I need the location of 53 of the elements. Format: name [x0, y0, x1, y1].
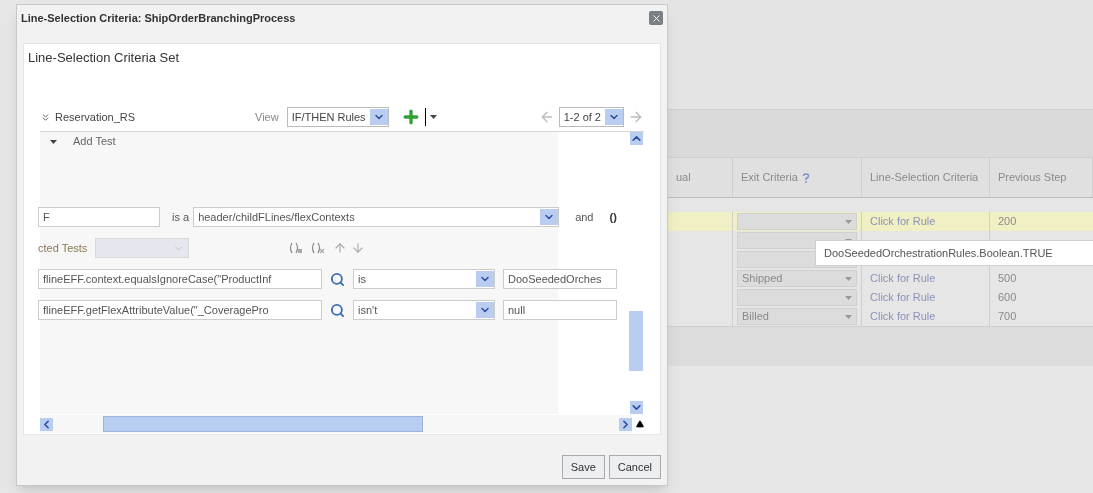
column-header: Previous Step — [990, 158, 1093, 197]
resize-icon[interactable] — [636, 420, 644, 429]
selected-tests-label: cted Tests — [38, 240, 88, 256]
scrollbar-thumb[interactable] — [103, 416, 423, 433]
menu-caret-icon[interactable] — [429, 115, 437, 119]
scroll-right-icon[interactable] — [619, 417, 632, 431]
table-cell-text: 500 — [998, 271, 1017, 287]
vertical-scrollbar[interactable] — [628, 131, 644, 415]
dialog-button[interactable]: Cancel — [608, 455, 661, 479]
horizontal-scrollbar[interactable] — [40, 415, 632, 434]
scrollbar-thumb[interactable] — [629, 311, 643, 372]
move-up-icon[interactable] — [333, 241, 348, 255]
dropdown-caret-icon[interactable] — [540, 209, 559, 225]
collapse-icon[interactable] — [40, 111, 51, 123]
search-icon[interactable] — [330, 302, 345, 318]
group-tests-icon[interactable] — [289, 242, 304, 254]
table-cell-text: 600 — [998, 290, 1017, 306]
expand-caret-icon[interactable] — [50, 139, 57, 144]
search-icon[interactable] — [330, 271, 345, 287]
parentheses-label: () — [609, 209, 617, 225]
ungroup-tests-icon[interactable] — [311, 242, 326, 254]
scroll-down-icon[interactable] — [629, 401, 643, 415]
view-label: View — [255, 109, 279, 125]
section-title: Add Test — [73, 134, 116, 150]
ruleset-name: Reservation_RS — [55, 109, 137, 125]
value-input[interactable]: DooSeededOrches — [503, 269, 617, 289]
is-a-label: is a — [172, 209, 190, 225]
column-header: Exit Criteria — [733, 158, 862, 197]
column-header: Line-Selection Criteria — [862, 158, 990, 197]
fact-type-dropdown[interactable]: header/childFLines/flexContexts — [193, 207, 560, 227]
dialog-button[interactable]: Save — [561, 455, 605, 479]
and-label: and — [575, 209, 594, 225]
fact-input[interactable]: F — [38, 207, 160, 227]
pager-dropdown[interactable]: 1-2 of 2 — [558, 107, 624, 127]
expression-input[interactable]: flineEFF.context.equalsIgnoreCase("ProductInf — [38, 269, 322, 289]
value-input[interactable]: null — [503, 300, 617, 320]
operator-dropdown[interactable]: isn't — [353, 300, 495, 320]
view-dropdown[interactable]: IF/THEN Rules — [286, 107, 389, 127]
close-icon[interactable] — [649, 11, 663, 25]
scroll-left-icon[interactable] — [40, 417, 53, 431]
panel-title: Line-Selection Criteria Set — [27, 49, 181, 67]
dropdown-caret-icon[interactable] — [605, 109, 623, 125]
table-cell-text: 700 — [998, 309, 1017, 325]
next-icon[interactable] — [628, 109, 644, 125]
dropdown-caret-icon[interactable] — [476, 302, 494, 318]
operator-dropdown[interactable]: is — [353, 269, 495, 289]
table-cell-text: 200 — [998, 214, 1017, 230]
dropdown-caret-icon[interactable] — [369, 109, 388, 125]
tooltip: DooSeededOrchestrationRules.Boolean.TRUE — [815, 240, 1093, 266]
expression-input[interactable]: flineEFF.getFlexAttributeValue("_CoveragePro — [38, 300, 322, 320]
help-icon[interactable] — [801, 172, 810, 183]
dropdown-caret-icon[interactable] — [476, 271, 494, 287]
dialog-title: Line-Selection Criteria: ShipOrderBranchingProcess — [21, 10, 296, 26]
